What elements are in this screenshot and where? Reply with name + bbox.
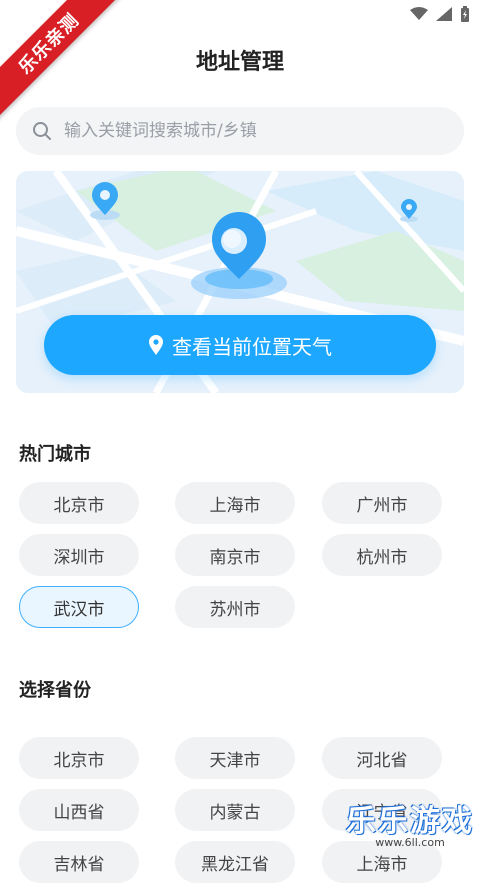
watermark-brand: 乐乐游戏 bbox=[346, 804, 474, 839]
hot-city-chip[interactable]: 深圳市 bbox=[19, 534, 139, 576]
province-chip[interactable]: 天津市 bbox=[175, 737, 295, 779]
province-chip[interactable]: 河北省 bbox=[322, 737, 442, 779]
province-chip[interactable]: 内蒙古 bbox=[175, 789, 295, 831]
locate-button-label: 查看当前位置天气 bbox=[172, 334, 332, 359]
province-chip[interactable]: 黑龙江省 bbox=[175, 841, 295, 883]
hot-city-chip[interactable]: 南京市 bbox=[175, 534, 295, 576]
hot-cities-title: 热门城市 bbox=[19, 444, 91, 465]
hot-city-chip[interactable]: 苏州市 bbox=[175, 586, 295, 628]
hot-city-chip-selected[interactable]: 武汉市 bbox=[19, 586, 139, 628]
hot-city-chip[interactable]: 上海市 bbox=[175, 482, 295, 524]
corner-ribbon: 乐乐亲测 bbox=[0, 0, 140, 140]
province-chip[interactable]: 吉林省 bbox=[19, 841, 139, 883]
province-chip[interactable]: 山西省 bbox=[19, 789, 139, 831]
watermark: 乐乐游戏 www.6ll.com bbox=[346, 796, 474, 849]
hot-city-chip[interactable]: 杭州市 bbox=[322, 534, 442, 576]
wifi-icon bbox=[410, 7, 428, 20]
location-pin-icon bbox=[149, 335, 163, 355]
signal-icon bbox=[436, 7, 452, 21]
battery-icon bbox=[461, 6, 469, 22]
hot-city-chip[interactable]: 北京市 bbox=[19, 482, 139, 524]
map-card: 查看当前位置天气 bbox=[16, 171, 464, 393]
view-current-location-weather-button[interactable]: 查看当前位置天气 bbox=[44, 315, 436, 375]
ribbon-text: 乐乐亲测 bbox=[0, 0, 131, 126]
provinces-title: 选择省份 bbox=[19, 680, 91, 701]
province-chip[interactable]: 北京市 bbox=[19, 737, 139, 779]
hot-city-chip[interactable]: 广州市 bbox=[322, 482, 442, 524]
